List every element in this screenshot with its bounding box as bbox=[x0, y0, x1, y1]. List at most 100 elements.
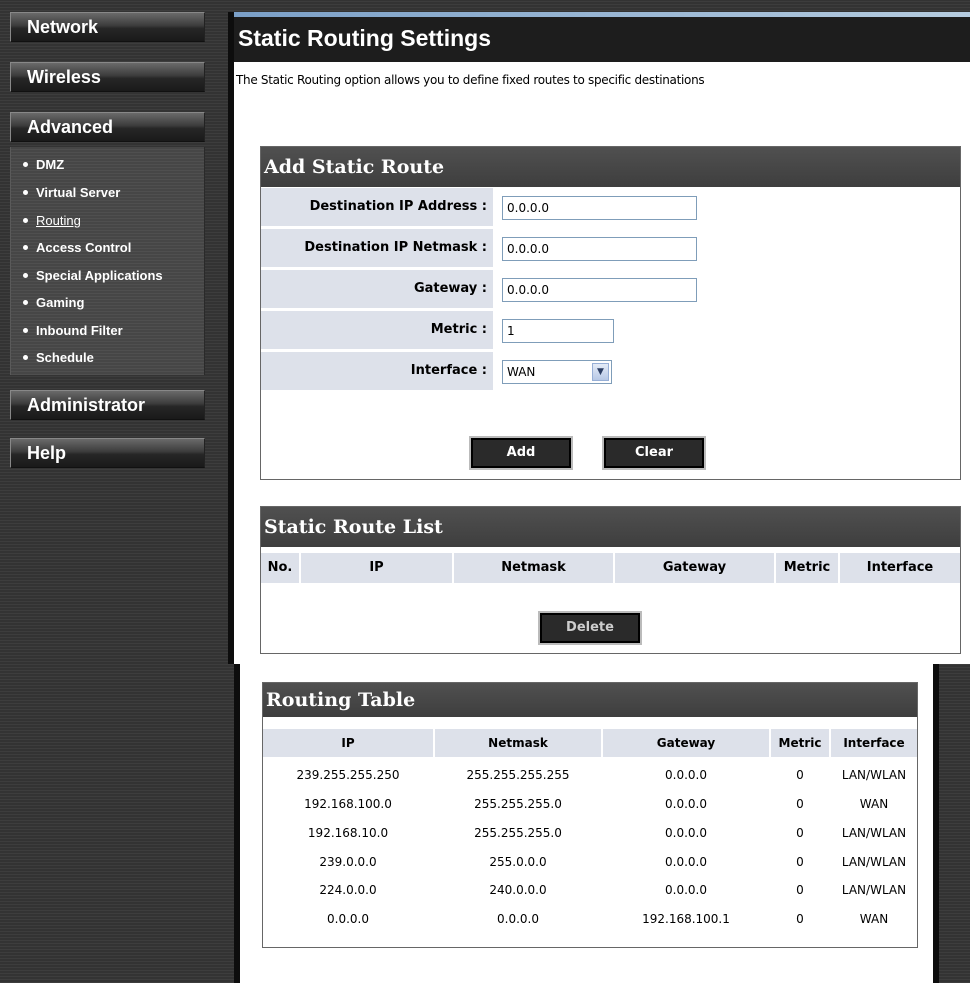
interface-row: Interface : WAN ▼ bbox=[261, 352, 960, 392]
page-title: Static Routing Settings bbox=[234, 17, 970, 62]
rt-cell-gateway: 0.0.0.0 bbox=[665, 797, 707, 811]
dest-ip-label: Destination IP Address : bbox=[261, 188, 493, 226]
interface-select[interactable]: WAN ▼ bbox=[502, 360, 612, 384]
sidebar-item-label: Virtual Server bbox=[36, 185, 121, 200]
nav-administrator[interactable]: Administrator bbox=[10, 390, 205, 420]
routing-table-heading: Routing Table bbox=[263, 683, 917, 717]
advanced-submenu: DMZ Virtual Server Routing Access Contro… bbox=[10, 147, 205, 375]
rt-cell-interface: LAN/WLAN bbox=[841, 883, 907, 897]
bullet-icon bbox=[23, 273, 28, 278]
main-content: Static Routing Settings The Static Routi… bbox=[228, 12, 970, 664]
static-route-list-heading: Static Route List bbox=[261, 507, 960, 547]
rt-cell-gateway: 0.0.0.0 bbox=[665, 855, 707, 869]
netmask-label: Destination IP Netmask : bbox=[261, 229, 493, 267]
bullet-icon bbox=[23, 355, 28, 360]
bullet-icon bbox=[23, 162, 28, 167]
rt-cell-ip: 192.168.10.0 bbox=[307, 826, 389, 840]
rt-header-gateway: Gateway bbox=[603, 729, 769, 757]
page-description: The Static Routing option allows you to … bbox=[236, 73, 705, 87]
add-button[interactable]: Add bbox=[469, 436, 573, 470]
rt-cell-ip: 224.0.0.0 bbox=[319, 883, 377, 897]
rt-cell-gateway: 192.168.100.1 bbox=[642, 912, 730, 926]
rt-cell-metric: 0 bbox=[796, 883, 804, 897]
clear-button[interactable]: Clear bbox=[602, 436, 706, 470]
sidebar-item-routing[interactable]: Routing bbox=[23, 211, 81, 231]
gateway-label: Gateway : bbox=[261, 270, 493, 308]
column-header-metric: Metric bbox=[776, 553, 838, 583]
sidebar-item-label: Inbound Filter bbox=[36, 323, 123, 338]
rt-cell-netmask: 255.255.255.0 bbox=[474, 797, 562, 811]
rt-cell-interface: LAN/WLAN bbox=[841, 855, 907, 869]
rt-cell-metric: 0 bbox=[796, 797, 804, 811]
delete-button[interactable]: Delete bbox=[538, 611, 642, 645]
sidebar-item-inbound-filter[interactable]: Inbound Filter bbox=[23, 321, 123, 341]
sidebar-item-label: Routing bbox=[36, 213, 81, 228]
rt-header-netmask: Netmask bbox=[435, 729, 601, 757]
netmask-row: Destination IP Netmask : bbox=[261, 229, 960, 269]
column-header-gateway: Gateway bbox=[615, 553, 774, 583]
rt-cell-ip: 239.0.0.0 bbox=[319, 855, 377, 869]
sidebar-item-schedule[interactable]: Schedule bbox=[23, 348, 94, 368]
gateway-input[interactable] bbox=[502, 278, 697, 302]
dest-ip-input[interactable] bbox=[502, 196, 697, 220]
nav-help[interactable]: Help bbox=[10, 438, 205, 468]
rt-cell-gateway: 0.0.0.0 bbox=[665, 883, 707, 897]
chevron-down-icon[interactable]: ▼ bbox=[592, 363, 609, 381]
sidebar-item-label: Access Control bbox=[36, 240, 132, 255]
sidebar-item-virtual-server[interactable]: Virtual Server bbox=[23, 183, 120, 203]
rt-cell-interface: WAN bbox=[859, 797, 889, 811]
gateway-row: Gateway : bbox=[261, 270, 960, 310]
routing-table-panel: Routing Table IP Netmask Gateway Metric … bbox=[262, 682, 918, 948]
rt-header-ip: IP bbox=[263, 729, 433, 757]
rt-cell-interface: LAN/WLAN bbox=[841, 826, 907, 840]
sidebar-item-label: Schedule bbox=[36, 350, 94, 365]
sidebar-item-gaming[interactable]: Gaming bbox=[23, 293, 84, 313]
column-header-interface: Interface bbox=[840, 553, 960, 583]
rt-cell-netmask: 240.0.0.0 bbox=[489, 883, 547, 897]
add-static-route-heading: Add Static Route bbox=[261, 147, 960, 187]
sidebar-item-label: DMZ bbox=[36, 157, 65, 172]
metric-label: Metric : bbox=[261, 311, 493, 349]
rt-cell-metric: 0 bbox=[796, 855, 804, 869]
metric-input[interactable] bbox=[502, 319, 614, 343]
rt-header-metric: Metric bbox=[771, 729, 829, 757]
rt-cell-metric: 0 bbox=[796, 826, 804, 840]
sidebar-item-special-applications[interactable]: Special Applications bbox=[23, 266, 163, 286]
rt-cell-ip: 239.255.255.250 bbox=[296, 768, 400, 782]
sidebar-item-label: Gaming bbox=[36, 295, 85, 310]
column-header-no: No. bbox=[261, 553, 299, 583]
bullet-icon bbox=[23, 190, 28, 195]
add-static-route-panel: Add Static Route Destination IP Address … bbox=[260, 146, 961, 480]
column-header-netmask: Netmask bbox=[454, 553, 613, 583]
nav-advanced[interactable]: Advanced bbox=[10, 112, 205, 142]
interface-selected-value: WAN bbox=[507, 365, 536, 379]
sidebar-item-access-control[interactable]: Access Control bbox=[23, 238, 131, 258]
netmask-input[interactable] bbox=[502, 237, 697, 261]
rt-cell-gateway: 0.0.0.0 bbox=[665, 768, 707, 782]
sidebar: Network Wireless Advanced DMZ Virtual Se… bbox=[0, 0, 215, 983]
rt-cell-metric: 0 bbox=[796, 912, 804, 926]
rt-cell-netmask: 0.0.0.0 bbox=[497, 912, 539, 926]
rt-cell-interface: LAN/WLAN bbox=[841, 768, 907, 782]
rt-cell-ip: 0.0.0.0 bbox=[327, 912, 369, 926]
rt-cell-interface: WAN bbox=[859, 912, 889, 926]
rt-cell-netmask: 255.255.255.0 bbox=[474, 826, 562, 840]
nav-network[interactable]: Network bbox=[10, 12, 205, 42]
bullet-icon bbox=[23, 300, 28, 305]
sidebar-item-label: Special Applications bbox=[36, 268, 163, 283]
rt-cell-metric: 0 bbox=[796, 768, 804, 782]
nav-wireless[interactable]: Wireless bbox=[10, 62, 205, 92]
bullet-icon bbox=[23, 218, 28, 223]
interface-label: Interface : bbox=[261, 352, 493, 390]
metric-row: Metric : bbox=[261, 311, 960, 351]
sidebar-item-dmz[interactable]: DMZ bbox=[23, 155, 64, 175]
static-route-list-panel: Static Route List No. IP Netmask Gateway… bbox=[260, 506, 961, 654]
rt-cell-netmask: 255.0.0.0 bbox=[489, 855, 547, 869]
dest-ip-row: Destination IP Address : bbox=[261, 188, 960, 228]
bullet-icon bbox=[23, 328, 28, 333]
rt-cell-gateway: 0.0.0.0 bbox=[665, 826, 707, 840]
rt-cell-ip: 192.168.100.0 bbox=[304, 797, 392, 811]
rt-cell-netmask: 255.255.255.255 bbox=[466, 768, 570, 782]
rt-header-interface: Interface bbox=[831, 729, 917, 757]
bullet-icon bbox=[23, 245, 28, 250]
